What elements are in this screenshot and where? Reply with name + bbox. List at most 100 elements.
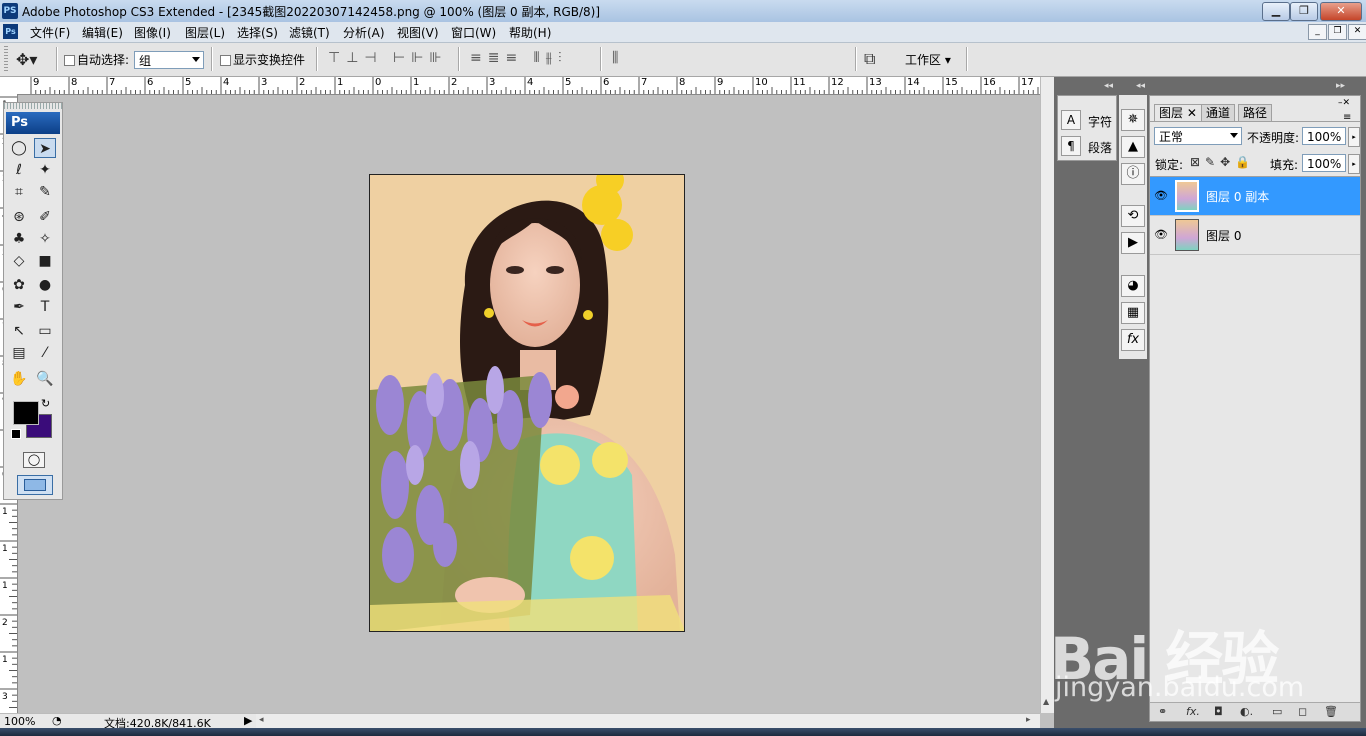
character-label[interactable]: 字符 (1088, 113, 1112, 130)
lasso-tool-icon[interactable]: ℓ (8, 160, 30, 180)
layer-row[interactable]: 👁 图层 0 (1150, 216, 1360, 255)
auto-align-icon[interactable]: ⫼ (612, 50, 618, 66)
info-icon[interactable]: ⓘ (1121, 163, 1145, 185)
blur-tool-icon[interactable]: ✿ (8, 275, 30, 295)
auto-select-dropdown[interactable]: 组 (134, 51, 204, 69)
layer-name[interactable]: 图层 0 副本 (1206, 188, 1269, 205)
doc-close-button[interactable]: ✕ (1348, 24, 1366, 40)
blend-mode-dropdown[interactable]: 正常 (1154, 127, 1242, 145)
clone-stamp-tool-icon[interactable]: ♣ (8, 229, 30, 249)
pen-tool-icon[interactable]: ✒ (8, 297, 30, 317)
menu-file[interactable]: 文件(F) (30, 24, 70, 41)
menu-edit[interactable]: 编辑(E) (82, 24, 123, 41)
maximize-button[interactable]: ❐ (1290, 2, 1318, 21)
collapse-arrows-icon[interactable]: ◂◂ (1136, 81, 1145, 91)
align-icons[interactable]: ⊤⊥⊣ ⊢⊩⊪ (328, 50, 448, 66)
hand-tool-icon[interactable]: ✋ (8, 369, 30, 389)
menu-help[interactable]: 帮助(H) (509, 24, 551, 41)
lock-icons[interactable]: ⊠✎✥🔒 (1190, 155, 1255, 169)
navigator-icon[interactable]: ✵ (1121, 109, 1145, 131)
dodge-tool-icon[interactable]: ● (34, 275, 56, 295)
status-menu-arrow-icon[interactable]: ▶ (244, 714, 252, 727)
panel-menu-icon[interactable]: –✕ (1338, 98, 1350, 108)
show-transform-checkbox[interactable] (220, 55, 231, 66)
quick-mask-icon[interactable]: ◯ (23, 452, 45, 468)
menu-view[interactable]: 视图(V) (397, 24, 439, 41)
adjustment-layer-icon[interactable]: ◐. (1240, 705, 1253, 718)
actions-icon[interactable]: ▶ (1121, 232, 1145, 254)
layer-style-icon[interactable]: fx. (1186, 705, 1200, 718)
bridge-icon[interactable]: ⧉ (864, 49, 875, 69)
slice-tool-icon[interactable]: ✎ (34, 182, 56, 202)
styles-icon[interactable]: fx (1121, 329, 1145, 351)
swatches-icon[interactable]: ▦ (1121, 302, 1145, 324)
swap-colors-icon[interactable]: ↻ (41, 397, 50, 410)
menu-analysis[interactable]: 分析(A) (343, 24, 385, 41)
notes-tool-icon[interactable]: ▤ (8, 343, 30, 363)
workspace-button[interactable]: 工作区 ▾ (905, 51, 951, 68)
doc-minimize-button[interactable]: _ (1308, 24, 1327, 40)
tab-paths[interactable]: 路径 (1238, 104, 1273, 122)
eyedropper-tool-icon[interactable]: ⁄ (34, 343, 56, 363)
gradient-tool-icon[interactable]: ■ (34, 251, 56, 271)
opacity-input[interactable]: 100% (1302, 127, 1346, 145)
character-icon[interactable]: A (1061, 110, 1081, 130)
color-icon[interactable]: ◕ (1121, 275, 1145, 297)
scroll-up-arrow-icon[interactable]: ▲ (1043, 697, 1049, 706)
move-tool-icon[interactable]: ➤ (34, 138, 56, 158)
fill-arrow-icon[interactable]: ▸ (1348, 154, 1360, 174)
tab-channels[interactable]: 通道 (1201, 104, 1236, 122)
toolbox-logo[interactable]: Ps (6, 112, 60, 134)
collapse-arrows-icon[interactable]: ◂◂ (1104, 81, 1113, 91)
opacity-arrow-icon[interactable]: ▸ (1348, 127, 1360, 147)
histogram-icon[interactable]: ▲ (1121, 136, 1145, 158)
menu-layer[interactable]: 图层(L) (185, 24, 225, 41)
history-icon[interactable]: ⟲ (1121, 205, 1145, 227)
path-selection-tool-icon[interactable]: ↖ (8, 321, 30, 341)
menu-filter[interactable]: 滤镜(T) (289, 24, 330, 41)
toolbox-grip[interactable] (4, 103, 62, 109)
layer-row[interactable]: 👁 图层 0 副本 (1150, 177, 1360, 216)
magic-wand-tool-icon[interactable]: ✦ (34, 160, 56, 180)
eye-icon[interactable]: 👁 (1154, 228, 1168, 241)
status-info-icon[interactable]: ◔ (52, 714, 62, 727)
ps-menu-icon[interactable]: Ps (3, 24, 18, 39)
close-button[interactable]: ✕ (1320, 2, 1362, 21)
options-grip[interactable] (4, 46, 8, 72)
expand-arrows-icon[interactable]: ▸▸ (1336, 81, 1345, 91)
horizontal-scrollbar[interactable]: ◂ ▸ (256, 713, 1040, 728)
shape-tool-icon[interactable]: ▭ (34, 321, 56, 341)
fill-input[interactable]: 100% (1302, 154, 1346, 172)
menu-image[interactable]: 图像(I) (134, 24, 171, 41)
move-tool-preset-icon[interactable]: ✥▾ (16, 50, 37, 69)
history-brush-tool-icon[interactable]: ✧ (34, 229, 56, 249)
paragraph-label[interactable]: 段落 (1088, 139, 1112, 156)
type-tool-icon[interactable]: T (34, 297, 56, 317)
add-mask-icon[interactable]: ◘ (1214, 705, 1223, 718)
scroll-right-arrow-icon[interactable]: ▸ (1026, 715, 1031, 725)
tab-layers[interactable]: 图层 ✕ (1154, 104, 1202, 122)
link-layers-icon[interactable]: ⚭ (1158, 705, 1167, 718)
zoom-tool-icon[interactable]: 🔍 (34, 369, 56, 389)
healing-brush-tool-icon[interactable]: ⊛ (8, 207, 30, 227)
new-layer-icon[interactable]: ◻ (1298, 705, 1307, 718)
doc-restore-button[interactable]: ❐ (1328, 24, 1347, 40)
eraser-tool-icon[interactable]: ◇ (8, 251, 30, 271)
brush-tool-icon[interactable]: ✐ (34, 207, 56, 227)
trash-icon[interactable]: 🗑 (1324, 705, 1338, 718)
marquee-tool-icon[interactable]: ◯ (8, 138, 30, 158)
zoom-level[interactable]: 100% (4, 715, 35, 728)
eye-icon[interactable]: 👁 (1154, 189, 1168, 202)
horizontal-ruler[interactable]: 9 8 7 6 5 4 3 2 1 0 1 2 3 4 5 6 7 8 9 10 11 12 13 14 15 16 17 (17, 77, 1040, 95)
layer-name[interactable]: 图层 0 (1206, 227, 1241, 244)
distribute-icons[interactable]: ≡≣≡ ⫴⫵⫶ (470, 50, 567, 66)
menu-select[interactable]: 选择(S) (237, 24, 278, 41)
new-group-icon[interactable]: ▭ (1272, 705, 1282, 718)
paragraph-icon[interactable]: ¶ (1061, 136, 1081, 156)
crop-tool-icon[interactable]: ⌗ (8, 182, 30, 202)
scroll-left-arrow-icon[interactable]: ◂ (259, 715, 264, 725)
ruler-origin[interactable] (0, 77, 18, 95)
screen-mode-icon[interactable] (17, 475, 53, 495)
minimize-button[interactable]: ▁ (1262, 2, 1290, 21)
document-image[interactable] (369, 174, 685, 632)
